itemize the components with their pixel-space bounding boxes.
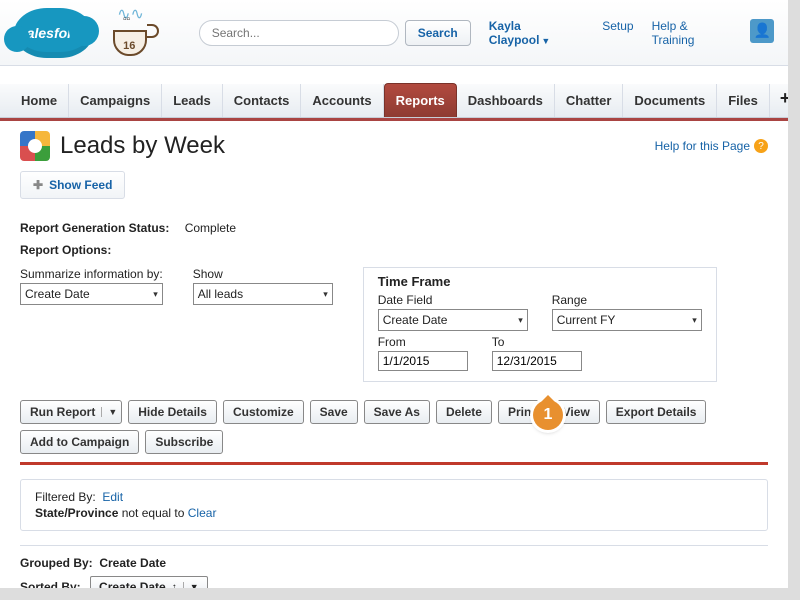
grouped-by-value: Create Date	[99, 556, 166, 570]
to-date-input[interactable]	[492, 351, 582, 371]
hide-details-button[interactable]: Hide Details	[128, 400, 217, 424]
user-name: Kayla Claypool	[489, 19, 540, 47]
top-header: salesforce ∿∿ ▫▫ 16 Search Kayla Claypoo…	[0, 0, 788, 66]
chevron-down-icon: ▾	[692, 315, 697, 326]
chevron-down-icon: ▾	[153, 289, 158, 300]
tab-accounts[interactable]: Accounts	[301, 84, 383, 117]
timeframe-panel: Time Frame Date Field Create Date▾ Range…	[363, 267, 717, 382]
report-options-label: Report Options:	[20, 243, 768, 257]
tab-documents[interactable]: Documents	[623, 84, 717, 117]
chevron-down-icon: ▾	[518, 315, 523, 326]
tab-leads[interactable]: Leads	[162, 84, 223, 117]
header-links: Kayla Claypool▼ Setup Help & Training 👤	[489, 19, 774, 47]
run-report-button[interactable]: Run Report▼	[20, 400, 122, 424]
save-as-button[interactable]: Save As	[364, 400, 430, 424]
sorted-by-button[interactable]: Create Date ↑▼	[90, 576, 208, 598]
summarize-select[interactable]: Create Date▾	[20, 283, 163, 305]
show-feed-label: Show Feed	[49, 178, 112, 192]
grouping-panel: Grouped By: Create Date Sorted By: Creat…	[20, 545, 768, 598]
divider	[20, 462, 768, 465]
subscribe-button[interactable]: Subscribe	[145, 430, 223, 454]
tab-home[interactable]: Home	[10, 84, 69, 117]
main-nav: Home Campaigns Leads Contacts Accounts R…	[0, 84, 788, 118]
search-button[interactable]: Search	[405, 20, 471, 46]
tab-add[interactable]: +	[770, 84, 800, 117]
content-area: Leads by Week Help for this Page ? ✚ Sho…	[0, 118, 788, 600]
range-select[interactable]: Current FY▾	[552, 309, 702, 331]
filter-panel: Filtered By: Edit State/Province not equ…	[20, 479, 768, 531]
filter-clear-link[interactable]: Clear	[188, 506, 217, 520]
filter-condition: not equal to	[118, 506, 187, 520]
from-label: From	[378, 335, 468, 349]
coffee-icon: ∿∿ ▫▫ 16	[111, 8, 151, 58]
from-date-input[interactable]	[378, 351, 468, 371]
tab-files[interactable]: Files	[717, 84, 770, 117]
tab-campaigns[interactable]: Campaigns	[69, 84, 162, 117]
filter-edit-link[interactable]: Edit	[102, 490, 123, 504]
setup-link[interactable]: Setup	[602, 19, 633, 47]
tab-reports[interactable]: Reports	[384, 83, 457, 117]
page-title: Leads by Week	[60, 132, 225, 160]
date-field-label: Date Field	[378, 293, 528, 307]
help-for-page-link[interactable]: Help for this Page ?	[655, 139, 768, 153]
search-input[interactable]	[199, 20, 399, 46]
sorted-by-label: Sorted By:	[20, 580, 81, 594]
global-search: Search	[199, 20, 471, 46]
status-label: Report Generation Status:	[20, 221, 169, 235]
plus-icon: ✚	[33, 178, 43, 192]
to-label: To	[492, 335, 582, 349]
options-area: Summarize information by: Create Date▾ S…	[20, 267, 768, 382]
tab-chatter[interactable]: Chatter	[555, 84, 624, 117]
report-icon	[20, 131, 50, 161]
report-toolbar: Run Report▼ Hide Details Customize Save …	[20, 400, 768, 454]
filter-field: State/Province	[35, 506, 118, 520]
summarize-label: Summarize information by:	[20, 267, 163, 281]
customize-button[interactable]: Customize	[223, 400, 304, 424]
tab-dashboards[interactable]: Dashboards	[457, 84, 555, 117]
save-button[interactable]: Save	[310, 400, 358, 424]
show-select[interactable]: All leads▾	[193, 283, 333, 305]
help-training-link[interactable]: Help & Training	[652, 19, 733, 47]
grouped-by-label: Grouped By:	[20, 556, 93, 570]
delete-button[interactable]: Delete	[436, 400, 492, 424]
salesforce-logo: salesforce	[14, 8, 93, 58]
coffee-number: 16	[123, 40, 135, 52]
filtered-by-label: Filtered By:	[35, 490, 96, 504]
date-field-select[interactable]: Create Date▾	[378, 309, 528, 331]
chevron-down-icon: ▼	[183, 582, 199, 592]
generation-status: Report Generation Status: Complete	[20, 221, 768, 235]
add-to-campaign-button[interactable]: Add to Campaign	[20, 430, 139, 454]
logo-text: salesforce	[19, 25, 88, 41]
avatar-icon[interactable]: 👤	[750, 19, 774, 43]
help-icon: ?	[754, 139, 768, 153]
chevron-down-icon: ▼	[101, 407, 117, 417]
user-menu[interactable]: Kayla Claypool▼	[489, 19, 584, 47]
annotation-marker-1: 1	[533, 400, 563, 430]
export-details-button[interactable]: Export Details	[606, 400, 707, 424]
status-value: Complete	[185, 221, 236, 235]
timeframe-title: Time Frame	[378, 274, 702, 289]
show-feed-button[interactable]: ✚ Show Feed	[20, 171, 125, 199]
tab-contacts[interactable]: Contacts	[223, 84, 302, 117]
show-label: Show	[193, 267, 333, 281]
chevron-down-icon: ▾	[323, 289, 328, 300]
range-label: Range	[552, 293, 702, 307]
arrow-up-icon: ↑	[172, 582, 177, 593]
